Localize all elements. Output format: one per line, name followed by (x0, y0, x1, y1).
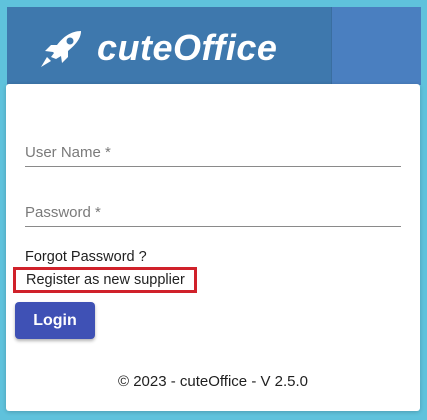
password-input[interactable] (25, 198, 401, 226)
app-logo: cuteOffice (7, 7, 332, 85)
forgot-password-link[interactable]: Forgot Password ? (25, 249, 147, 265)
username-field (25, 138, 401, 167)
register-supplier-link[interactable]: Register as new supplier (13, 267, 197, 293)
login-card: Forgot Password ? Login © 2023 - cuteOff… (6, 84, 420, 411)
app-name: cuteOffice (97, 27, 278, 68)
username-input[interactable] (25, 138, 401, 166)
login-button[interactable]: Login (15, 302, 95, 339)
copyright-footer: © 2023 - cuteOffice - V 2.5.0 (117, 373, 309, 390)
password-field (25, 198, 401, 227)
rocket-icon (41, 31, 81, 67)
